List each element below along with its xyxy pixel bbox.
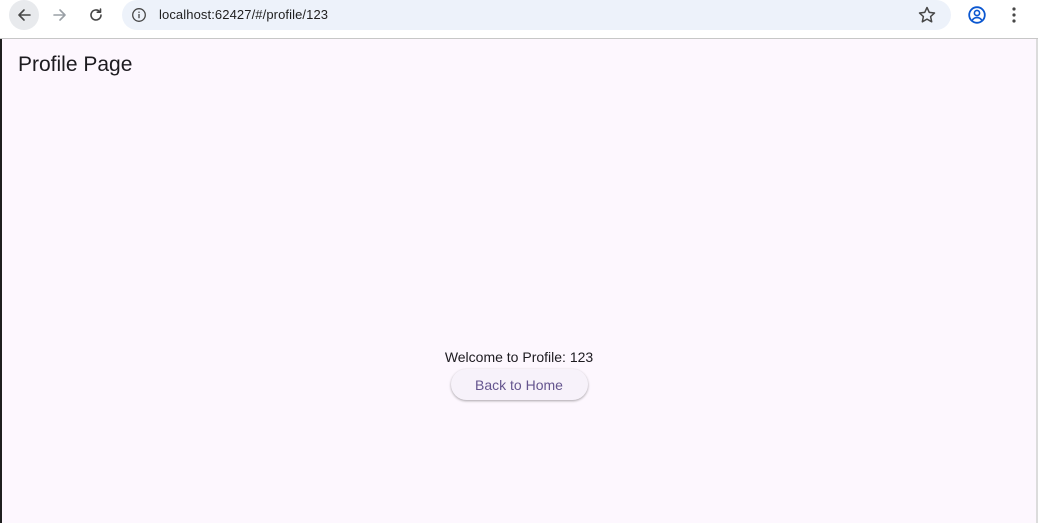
address-bar[interactable]: localhost:62427/#/profile/123: [122, 0, 951, 30]
back-button[interactable]: [9, 0, 39, 30]
star-icon[interactable]: [917, 5, 937, 25]
arrow-right-icon: [53, 9, 66, 21]
more-vertical-icon[interactable]: [1004, 5, 1024, 25]
back-to-home-button[interactable]: Back to Home: [450, 369, 588, 400]
reload-button[interactable]: [81, 0, 111, 30]
page-title: Profile Page: [18, 53, 133, 76]
url-text[interactable]: localhost:62427/#/profile/123: [159, 7, 328, 22]
page-viewport: Profile Page Welcome to Profile: 123 Bac…: [2, 39, 1036, 523]
arrow-left-icon: [18, 9, 31, 21]
browser-toolbar: localhost:62427/#/profile/123: [0, 0, 1038, 31]
forward-button[interactable]: [45, 0, 75, 30]
account-circle-icon[interactable]: [967, 5, 987, 25]
profile-content: Welcome to Profile: 123 Back to Home: [2, 349, 1036, 400]
reload-icon: [90, 8, 102, 21]
welcome-text: Welcome to Profile: 123: [444, 349, 594, 365]
info-icon[interactable]: [131, 7, 147, 23]
